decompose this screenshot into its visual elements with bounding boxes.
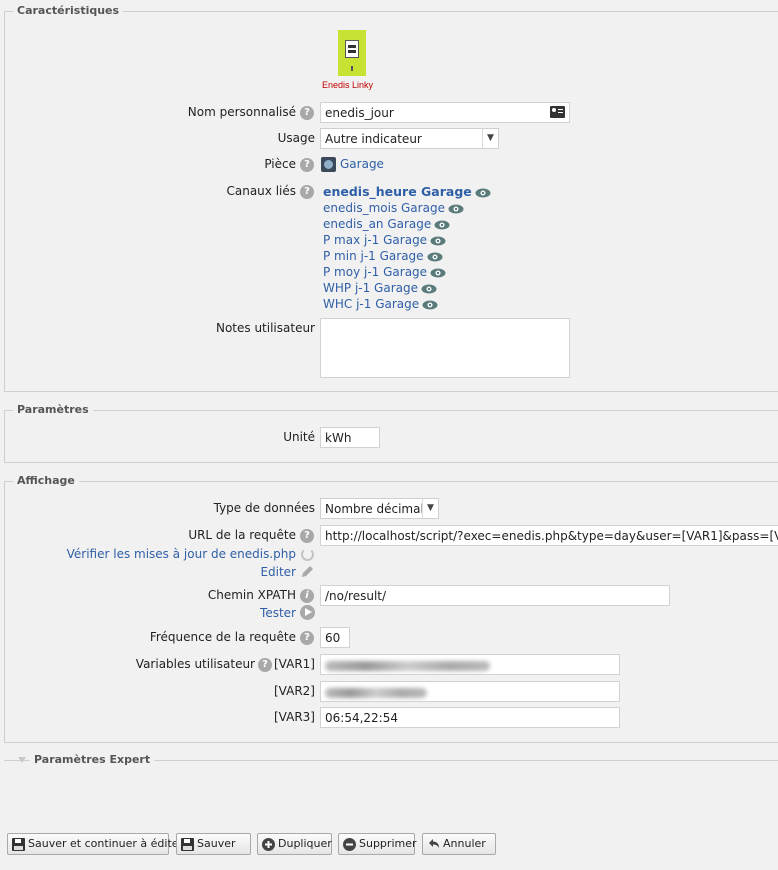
freq-input[interactable]: 60 xyxy=(320,627,350,648)
chevron-down-icon[interactable]: ▼ xyxy=(422,499,438,518)
url-label: URL de la requête xyxy=(188,528,296,542)
refresh-icon[interactable] xyxy=(301,548,314,561)
xpath-input[interactable]: /no/result/ xyxy=(320,585,670,606)
notes-textarea[interactable] xyxy=(320,318,570,378)
test-link[interactable]: Tester xyxy=(260,606,296,620)
legend-caracteristiques: Caractéristiques xyxy=(13,4,124,17)
triangle-down-icon xyxy=(18,757,26,763)
notes-label: Notes utilisateur xyxy=(215,321,315,335)
floppy-icon xyxy=(12,837,25,851)
redacted-value xyxy=(325,660,490,671)
canaux-label: Canaux liés xyxy=(226,184,296,198)
device-caption: Enedis Linky xyxy=(322,80,374,90)
nom-value: enedis_jour xyxy=(325,106,394,120)
eye-icon[interactable] xyxy=(475,188,491,198)
edit-link[interactable]: Editer xyxy=(260,565,296,579)
var3-label: [VAR3] xyxy=(274,710,315,724)
cancel-button[interactable]: Annuler xyxy=(422,833,496,855)
chevron-down-icon[interactable]: ▼ xyxy=(482,129,498,148)
help-icon[interactable]: ? xyxy=(258,658,272,672)
contact-card-icon[interactable] xyxy=(550,106,565,118)
canal-link[interactable]: WHP j-1 Garage xyxy=(323,281,437,295)
var2-input[interactable] xyxy=(320,681,620,702)
info-icon[interactable]: i xyxy=(300,589,314,603)
type-select[interactable]: Nombre décimal ▼ xyxy=(320,498,439,519)
eye-icon[interactable] xyxy=(422,300,438,310)
eye-icon[interactable] xyxy=(421,284,437,294)
legend-affichage: Affichage xyxy=(13,474,79,487)
play-icon[interactable] xyxy=(300,605,315,620)
usage-select[interactable]: Autre indicateur ▼ xyxy=(320,128,499,149)
help-icon[interactable]: ? xyxy=(300,158,314,172)
unite-label: Unité xyxy=(283,430,315,444)
piece-link[interactable]: Garage xyxy=(340,157,384,171)
expert-section-toggle[interactable]: Paramètres Expert xyxy=(4,753,778,766)
help-icon[interactable]: ? xyxy=(300,631,314,645)
usage-label: Usage xyxy=(277,131,315,145)
fieldset-affichage: Affichage xyxy=(4,474,778,743)
duplicate-button[interactable]: Dupliquer xyxy=(257,833,332,855)
var1-label: [VAR1] xyxy=(274,657,315,671)
type-label: Type de données xyxy=(213,501,315,515)
nom-input[interactable]: enedis_jour xyxy=(320,102,570,123)
redacted-value xyxy=(325,687,427,698)
eye-icon[interactable] xyxy=(430,236,446,246)
help-icon[interactable]: ? xyxy=(300,106,314,120)
pencil-icon[interactable] xyxy=(300,564,315,579)
var2-label: [VAR2] xyxy=(274,684,315,698)
canal-link[interactable]: P moy j-1 Garage xyxy=(323,265,446,279)
legend-parametres: Paramètres xyxy=(13,403,93,416)
url-input[interactable]: http://localhost/script/?exec=enedis.php… xyxy=(320,525,778,546)
fieldset-parametres: Paramètres xyxy=(4,403,778,463)
vars-label: Variables utilisateur xyxy=(135,657,255,671)
unite-input[interactable]: kWh xyxy=(320,427,380,448)
eye-icon[interactable] xyxy=(448,204,464,214)
device-icon xyxy=(338,30,366,76)
canal-link[interactable]: enedis_mois Garage xyxy=(323,201,464,215)
eye-icon[interactable] xyxy=(427,252,443,262)
save-continue-button[interactable]: Sauver et continuer à éditer xyxy=(7,833,183,855)
xpath-label: Chemin XPATH xyxy=(207,588,296,602)
canal-link[interactable]: enedis_an Garage xyxy=(323,217,450,231)
legend-expert: Paramètres Expert xyxy=(30,753,155,766)
room-icon xyxy=(321,157,336,172)
eye-icon[interactable] xyxy=(430,268,446,278)
canal-link[interactable]: enedis_heure Garage xyxy=(323,184,491,199)
var1-input[interactable] xyxy=(320,654,620,675)
eye-icon[interactable] xyxy=(434,220,450,230)
nom-label: Nom personnalisé xyxy=(187,105,296,119)
undo-icon xyxy=(429,838,439,848)
floppy-icon xyxy=(181,837,194,851)
piece-label: Pièce xyxy=(264,157,296,171)
freq-label: Fréquence de la requête xyxy=(149,630,296,644)
save-button[interactable]: Sauver xyxy=(176,833,251,855)
help-icon[interactable]: ? xyxy=(300,185,314,199)
var3-input[interactable]: 06:54,22:54 xyxy=(320,707,620,728)
usage-value: Autre indicateur xyxy=(325,132,422,146)
canal-link[interactable]: P min j-1 Garage xyxy=(323,249,443,263)
canal-link[interactable]: WHC j-1 Garage xyxy=(323,297,438,311)
canal-link[interactable]: P max j-1 Garage xyxy=(323,233,446,247)
delete-button[interactable]: Supprimer xyxy=(338,833,417,855)
verify-updates-link[interactable]: Vérifier les mises à jour de enedis.php xyxy=(67,547,296,561)
help-icon[interactable]: ? xyxy=(300,529,314,543)
duplicate-icon xyxy=(262,837,275,851)
minus-circle-icon xyxy=(343,837,356,851)
